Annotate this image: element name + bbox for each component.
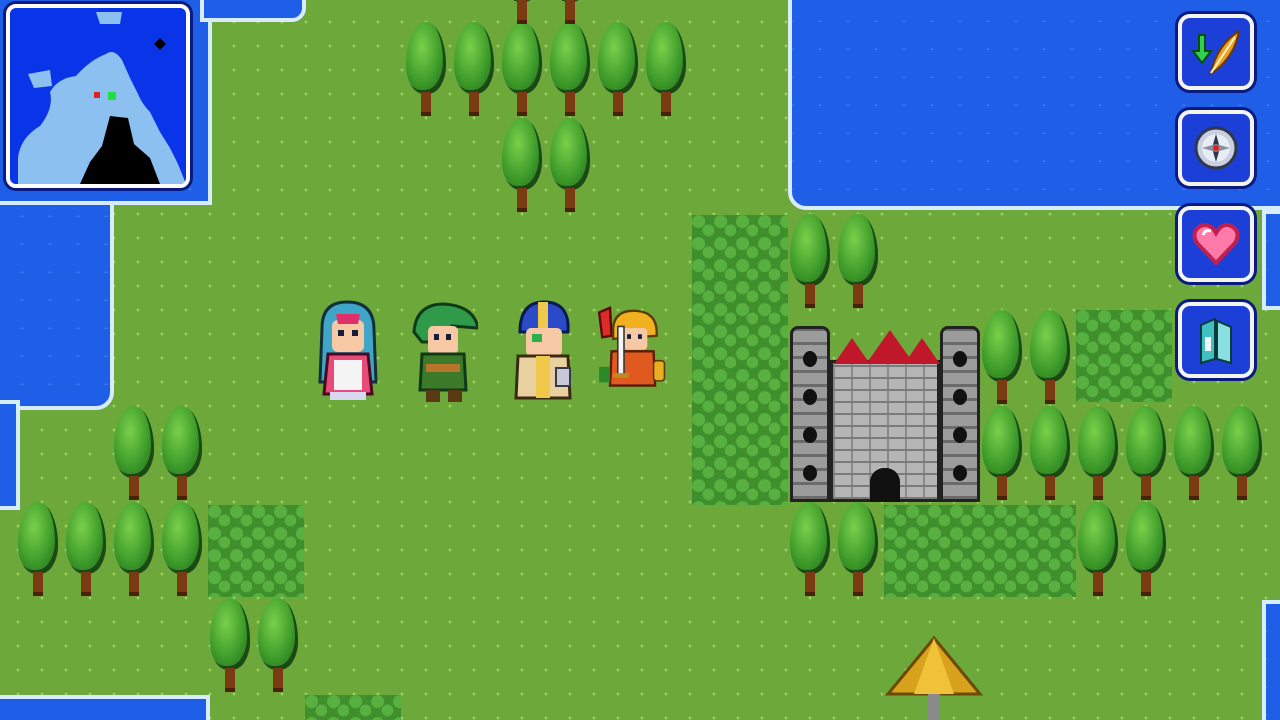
tree <box>500 0 544 24</box>
tree <box>160 406 204 500</box>
lake-east-edge <box>1262 210 1280 310</box>
tree <box>1076 502 1120 596</box>
tree <box>548 22 592 116</box>
tree <box>256 598 300 692</box>
castle-roof <box>904 338 940 364</box>
sea-top-strip <box>200 0 306 22</box>
tree <box>160 502 204 596</box>
tree <box>548 0 592 24</box>
tree <box>788 214 832 308</box>
castle-tower-right <box>940 326 980 502</box>
tree <box>788 502 832 596</box>
party-member-mage[interactable] <box>312 298 382 408</box>
world-minimap[interactable]: world-minimap <box>6 4 190 188</box>
tree <box>644 22 688 116</box>
tree <box>1172 406 1216 500</box>
castle-gate[interactable] <box>870 468 900 502</box>
tree <box>452 22 496 116</box>
sea-west <box>0 185 114 410</box>
bush-patch <box>884 505 1076 597</box>
bush-patch <box>1076 310 1172 402</box>
book-button[interactable]: book-icon <box>1178 302 1254 378</box>
quill-save-icon <box>1191 28 1241 75</box>
tree <box>836 214 880 308</box>
tree <box>596 22 640 116</box>
tree <box>980 310 1024 404</box>
castle-icon-name: stone-castle-sprite <box>790 320 791 321</box>
tree <box>112 502 156 596</box>
tree <box>980 406 1024 500</box>
tree <box>500 118 544 212</box>
tree <box>1076 406 1120 500</box>
party-member-cleric[interactable] <box>508 298 578 408</box>
tree <box>500 22 544 116</box>
tree <box>64 502 108 596</box>
tree <box>1028 310 1072 404</box>
tree <box>208 598 252 692</box>
save-quill-button[interactable]: quill-save-icon <box>1178 14 1254 90</box>
minimap-terrain <box>18 12 186 184</box>
tree <box>1124 406 1168 500</box>
book-icon <box>1200 317 1232 365</box>
heart-icon <box>1192 223 1240 266</box>
bush-patch <box>208 505 304 597</box>
straw-hut[interactable] <box>884 632 984 720</box>
castle[interactable]: stone-castle-sprite <box>790 320 980 502</box>
minimap-icon-name: world-minimap <box>186 8 187 9</box>
sea-south-west <box>0 400 20 510</box>
bush-patch <box>692 215 788 505</box>
lake-south-east <box>1262 600 1280 720</box>
party-member-swordsman[interactable] <box>596 294 666 404</box>
castle-tower-left <box>790 326 830 502</box>
tree <box>1220 406 1264 500</box>
bush-patch <box>305 695 401 720</box>
compass-button[interactable]: compass-icon <box>1178 110 1254 186</box>
tree <box>16 502 60 596</box>
tree <box>548 118 592 212</box>
compass-icon <box>1194 126 1238 170</box>
tree <box>1028 406 1072 500</box>
status-heart-button[interactable]: heart-icon <box>1178 206 1254 282</box>
tree <box>112 406 156 500</box>
destination-marker <box>108 92 116 100</box>
sea-south <box>0 695 210 720</box>
overworld-map[interactable]: stone-castle-sprite <box>0 0 1280 720</box>
tree <box>836 502 880 596</box>
tree <box>1124 502 1168 596</box>
castle-roof <box>834 338 870 364</box>
player-marker <box>94 92 100 98</box>
party-member-ranger[interactable] <box>408 298 478 408</box>
tree <box>404 22 448 116</box>
